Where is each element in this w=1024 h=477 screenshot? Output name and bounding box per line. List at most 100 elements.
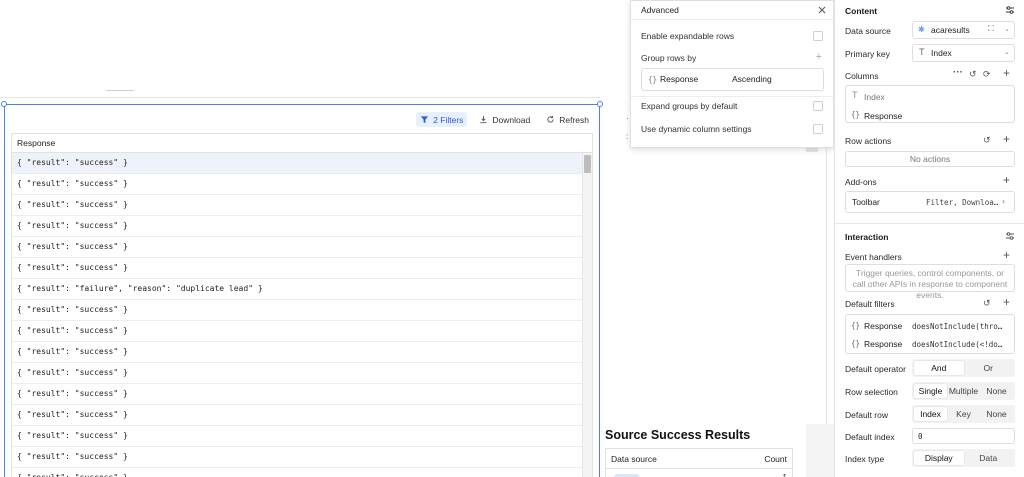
reset-icon[interactable]: ↺ [983, 298, 991, 308]
content-section-title: Content [845, 6, 878, 16]
refresh-button[interactable]: Refresh [542, 112, 593, 127]
primary-key-select[interactable]: T Index ⌄ [912, 44, 1015, 62]
table-row[interactable]: { "result": "success" } [12, 405, 584, 426]
refresh-icon[interactable]: ⟳ [983, 69, 991, 79]
chevron-down-icon[interactable]: ⌄ [1004, 25, 1010, 33]
default-index-value: 0 [918, 432, 923, 441]
column-item-response[interactable]: Response [864, 111, 902, 121]
row-selection-toggle: Single Multiple None [912, 382, 1015, 400]
plus-icon[interactable]: + [1003, 133, 1010, 145]
operator-option-and[interactable]: And [914, 361, 964, 375]
expand-icon[interactable]: ⛶ [988, 24, 994, 34]
filter-field-2[interactable]: Response [864, 339, 902, 349]
expand-groups-checkbox[interactable] [813, 101, 823, 111]
column-header-response[interactable]: Response [12, 134, 592, 153]
source-results-table[interactable]: Data source Count 1 [605, 448, 793, 477]
row-selection-option-multiple[interactable]: Multiple [947, 384, 980, 398]
canvas-guide-line [0, 97, 600, 98]
database-icon: ❋ [918, 25, 925, 34]
default-index-input[interactable]: 0 [912, 428, 1015, 444]
table-row[interactable]: { "result": "success" } [12, 258, 584, 279]
operator-option-or[interactable]: Or [964, 361, 1014, 375]
divider [631, 96, 833, 97]
index-type-option-display[interactable]: Display [914, 451, 964, 465]
reset-icon[interactable]: ↺ [969, 69, 977, 79]
canvas-edge-mark: · [626, 114, 629, 123]
default-row-option-index[interactable]: Index [914, 407, 947, 421]
filter-expr-2[interactable]: doesNotInclude(<!do… [912, 340, 1002, 349]
column-item-index[interactable]: Index [864, 92, 885, 102]
table-row[interactable]: { "result": "success" } [12, 321, 584, 342]
table-row[interactable]: { "result": "success" } [12, 468, 584, 477]
table-scrollbar[interactable] [582, 153, 592, 477]
table-row[interactable]: { "result": "success" } [12, 300, 584, 321]
default-operator-label: Default operator [845, 364, 906, 374]
table-row[interactable]: { "result": "success" } [12, 153, 584, 174]
table-row[interactable]: { "result": "success" } [12, 363, 584, 384]
download-icon [480, 115, 488, 124]
row-actions-empty: No actions [909, 154, 951, 164]
data-source-select[interactable]: ❋ acaresults ⛶ ⌄ [912, 21, 1015, 39]
row-actions-empty-box: No actions [845, 151, 1015, 167]
table-row[interactable]: { "result": "success" } [12, 384, 584, 405]
column-header-count[interactable]: Count [764, 449, 787, 468]
settings-sliders-icon[interactable] [1005, 5, 1015, 15]
table-row[interactable]: { "result": "success" } [12, 342, 584, 363]
reset-icon[interactable]: ↺ [983, 135, 991, 145]
settings-sliders-icon[interactable] [1005, 231, 1015, 241]
canvas-dash [106, 90, 134, 91]
filter-expr-1[interactable]: doesNotInclude(thro… [912, 322, 1002, 331]
group-by-field[interactable]: {} Response Ascending [641, 68, 824, 91]
dynamic-columns-option[interactable]: Use dynamic column settings [641, 122, 823, 136]
filters-button[interactable]: 2 Filters [416, 112, 468, 127]
close-icon[interactable] [817, 5, 827, 15]
braces-icon: {} [851, 321, 861, 330]
expand-groups-option[interactable]: Expand groups by default [641, 99, 823, 113]
plus-icon[interactable]: + [816, 52, 822, 63]
row-selection-option-single[interactable]: Single [914, 384, 947, 398]
dynamic-columns-label: Use dynamic column settings [641, 124, 752, 134]
default-row-option-none[interactable]: None [980, 407, 1013, 421]
default-row-option-key[interactable]: Key [947, 407, 980, 421]
table-body: { "result": "success" }{ "result": "succ… [12, 153, 592, 477]
plus-icon[interactable]: + [1003, 67, 1010, 79]
resize-handle-top-left[interactable] [1, 101, 7, 107]
table-row[interactable]: { "result": "success" } [12, 216, 584, 237]
enable-expandable-rows-checkbox[interactable] [813, 31, 823, 41]
toolbar-addon[interactable]: Toolbar Filter, Downloa… › [845, 191, 1015, 213]
table-row[interactable]: { "result": "success" } [12, 426, 584, 447]
table-row[interactable]: { "result": "success" } [12, 237, 584, 258]
data-source-value: acaresults [931, 25, 970, 35]
table-row[interactable]: { "result": "success" } [12, 195, 584, 216]
table-component[interactable]: 2 Filters Download Refresh Response { "r… [1, 101, 603, 477]
plus-icon[interactable]: + [1003, 296, 1010, 308]
table-row[interactable]: { "result": "failure", "reason": "duplic… [12, 279, 584, 300]
event-handlers-hint: Trigger queries, control components, or … [852, 268, 1008, 300]
braces-icon: {} [851, 339, 861, 348]
data-table: Response { "result": "success" }{ "resul… [11, 133, 593, 477]
more-icon[interactable]: ··· [953, 68, 963, 78]
default-index-label: Default index [845, 432, 895, 442]
group-by-order[interactable]: Ascending [732, 69, 772, 90]
resize-handle-top-right[interactable] [597, 101, 603, 107]
dynamic-columns-checkbox[interactable] [813, 124, 823, 134]
section-divider [835, 223, 1024, 224]
row-actions-label: Row actions [845, 136, 892, 146]
plus-icon[interactable]: + [1003, 249, 1010, 261]
table-row[interactable]: { "result": "success" } [12, 174, 584, 195]
enable-expandable-rows-option[interactable]: Enable expandable rows [641, 29, 823, 43]
braces-icon: {} [648, 75, 658, 84]
text-type-icon: T [852, 90, 858, 100]
download-button[interactable]: Download [475, 112, 534, 127]
canvas-side-strip [806, 424, 834, 477]
scrollbar-thumb[interactable] [584, 155, 591, 173]
table-row[interactable]: { "result": "success" } [12, 447, 584, 468]
index-type-option-data[interactable]: Data [964, 451, 1014, 465]
row-selection-option-none[interactable]: None [980, 384, 1013, 398]
filter-icon [421, 116, 429, 124]
filters-button-label: 2 Filters [433, 114, 464, 125]
chevron-down-icon[interactable]: ⌄ [1004, 48, 1010, 56]
plus-icon[interactable]: + [1003, 174, 1010, 186]
column-header-data-source[interactable]: Data source [611, 449, 657, 468]
filter-field-1[interactable]: Response [864, 321, 902, 331]
